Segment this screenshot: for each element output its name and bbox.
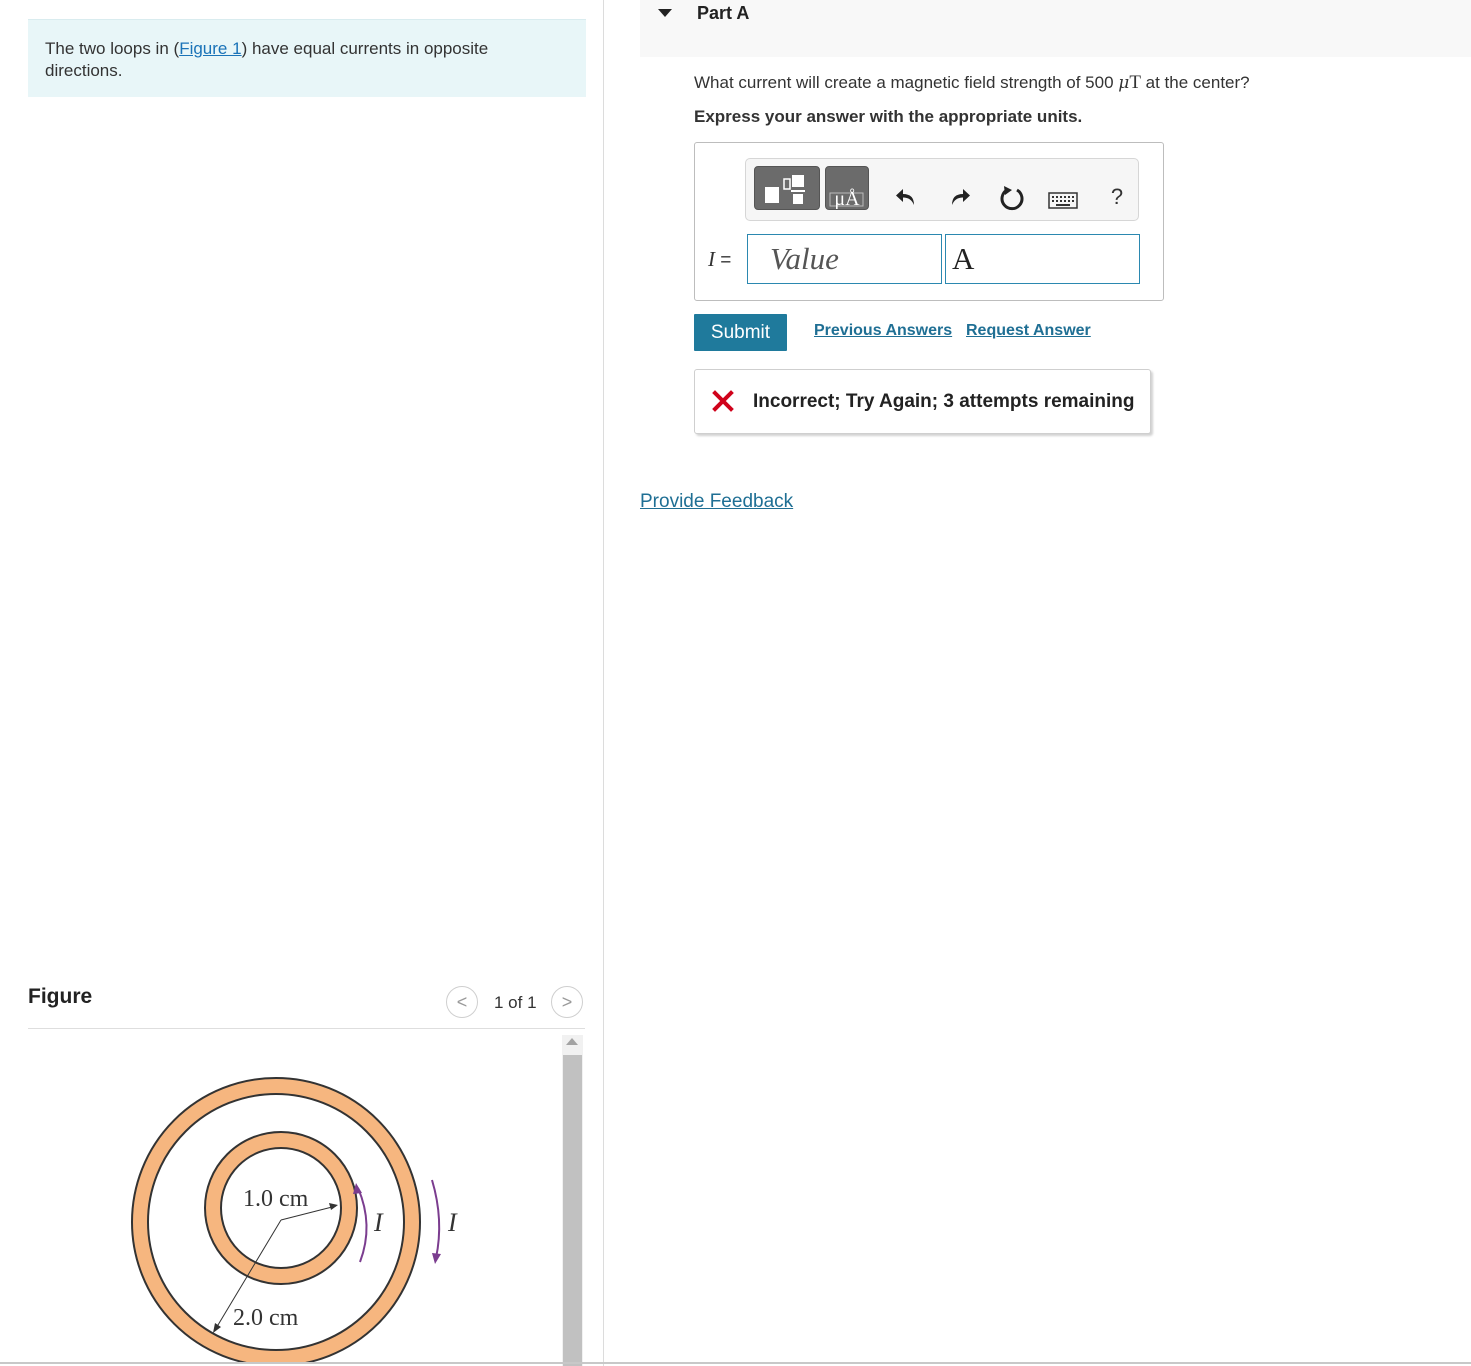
unit-input[interactable]: [945, 234, 1140, 284]
redo-button[interactable]: [944, 181, 976, 213]
part-header[interactable]: [640, 0, 1471, 57]
units-icon: μÅ: [829, 188, 864, 210]
svg-text:μÅ: μÅ: [834, 188, 860, 209]
answer-variable-label: I =: [708, 247, 731, 272]
answer-instructions: Express your answer with the appropriate…: [694, 107, 1083, 126]
request-answer-link[interactable]: Request Answer: [966, 322, 1091, 340]
outer-current-arrow-icon: [431, 1179, 441, 1264]
chevron-left-icon: <: [456, 991, 468, 1012]
reset-icon: [1000, 186, 1024, 211]
caret-down-icon[interactable]: [658, 9, 672, 17]
figure-prev-button[interactable]: <: [446, 986, 478, 1018]
problem-statement: The two loops in (Figure 1) have equal c…: [28, 19, 586, 97]
answer-variable: I: [708, 247, 715, 271]
redo-icon: [952, 189, 970, 205]
units-button[interactable]: μÅ: [825, 166, 869, 210]
help-button[interactable]: ?: [1101, 181, 1133, 213]
outer-radius-label: 2.0 cm: [233, 1305, 299, 1331]
keyboard-icon: [1048, 192, 1078, 209]
undo-button[interactable]: [890, 181, 922, 213]
question-mu: μ: [1118, 73, 1130, 93]
page-bottom-divider: [0, 1362, 1471, 1364]
question-text-before: What current will create a magnetic fiel…: [694, 73, 1119, 92]
provide-feedback-link[interactable]: Provide Feedback: [640, 491, 793, 513]
previous-answers-link[interactable]: Previous Answers: [814, 322, 952, 340]
keyboard-button[interactable]: [1047, 184, 1079, 216]
figure-scrollbar-thumb[interactable]: [563, 1055, 582, 1366]
scroll-up-icon[interactable]: [566, 1038, 578, 1045]
undo-icon: [896, 189, 914, 205]
figure-heading: Figure: [28, 985, 93, 1008]
inner-radius-label: 1.0 cm: [243, 1186, 309, 1212]
reset-button[interactable]: [996, 182, 1028, 214]
part-title[interactable]: Part A: [697, 3, 749, 24]
feedback-message: Incorrect; Try Again; 3 attempts remaini…: [753, 391, 1135, 412]
figure-divider: [28, 1028, 585, 1029]
figure-image: 1.0 cm 2.0 cm I I: [131, 1077, 458, 1362]
answer-equals: =: [715, 250, 732, 271]
chevron-right-icon: >: [561, 991, 573, 1012]
value-input[interactable]: [747, 234, 942, 284]
outer-current-label: I: [447, 1208, 458, 1237]
figure-link[interactable]: Figure 1: [179, 39, 241, 58]
question-text: What current will create a magnetic fiel…: [694, 72, 1250, 94]
submit-button[interactable]: Submit: [694, 314, 787, 351]
incorrect-x-icon: [712, 390, 734, 412]
question-text-after: at the center?: [1140, 73, 1250, 92]
help-icon: ?: [1110, 184, 1124, 209]
templates-icon: [765, 175, 805, 204]
figure-counter: 1 of 1: [494, 993, 537, 1012]
column-divider: [603, 0, 604, 1366]
inner-current-label: I: [373, 1208, 384, 1237]
figure-next-button[interactable]: >: [551, 986, 583, 1018]
templates-button[interactable]: [754, 166, 820, 210]
problem-text-before: The two loops in (: [45, 39, 180, 58]
question-unit: T: [1129, 72, 1141, 93]
